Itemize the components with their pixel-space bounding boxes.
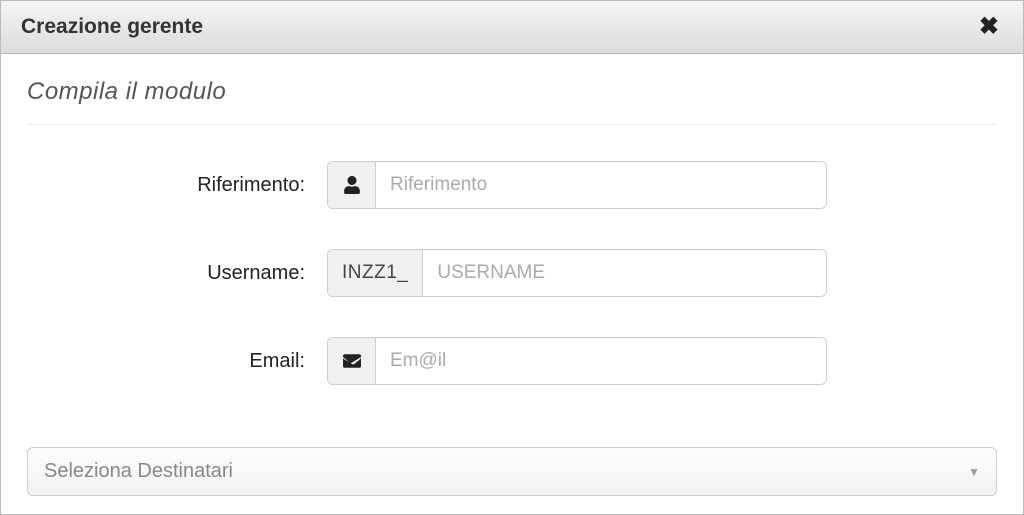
chevron-down-icon: ▼ [968, 465, 980, 479]
group-username: INZZ1_ [327, 249, 827, 297]
form-subtitle: Compila il modulo [27, 78, 997, 125]
destinatari-select[interactable]: Seleziona Destinatari ▼ [27, 447, 997, 496]
group-riferimento [327, 161, 827, 209]
riferimento-input[interactable] [376, 162, 826, 208]
label-email: Email: [27, 350, 327, 373]
row-destinatari: Seleziona Destinatari ▼ [27, 447, 997, 496]
dialog: Creazione gerente ✖ Compila il modulo Ri… [0, 0, 1024, 515]
dialog-content: Compila il modulo Riferimento: Username:… [1, 54, 1023, 514]
close-icon[interactable]: ✖ [975, 15, 1003, 39]
label-username: Username: [27, 262, 327, 285]
email-input[interactable] [376, 338, 826, 384]
username-prefix: INZZ1_ [328, 250, 423, 296]
dialog-titlebar: Creazione gerente ✖ [1, 1, 1023, 54]
envelope-icon [328, 338, 376, 384]
group-email [327, 337, 827, 385]
dialog-title: Creazione gerente [21, 15, 203, 39]
destinatari-placeholder: Seleziona Destinatari [44, 460, 233, 483]
label-riferimento: Riferimento: [27, 174, 327, 197]
row-riferimento: Riferimento: [27, 161, 997, 209]
row-username: Username: INZZ1_ [27, 249, 997, 297]
username-input[interactable] [423, 250, 826, 296]
row-email: Email: [27, 337, 997, 385]
user-icon [328, 162, 376, 208]
